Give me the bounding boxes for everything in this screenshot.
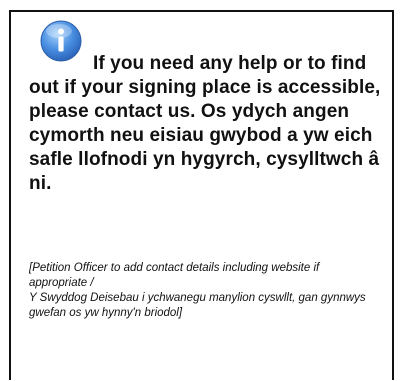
help-message: If you need any help or to find out if y… <box>29 52 385 196</box>
note-welsh: Y Swyddog Deisebau i ychwanegu manylion … <box>29 292 366 319</box>
contact-details-note: [Petition Officer to add contact details… <box>29 261 379 321</box>
notice-box: If you need any help or to find out if y… <box>9 10 394 380</box>
note-english: [Petition Officer to add contact details… <box>29 262 320 289</box>
